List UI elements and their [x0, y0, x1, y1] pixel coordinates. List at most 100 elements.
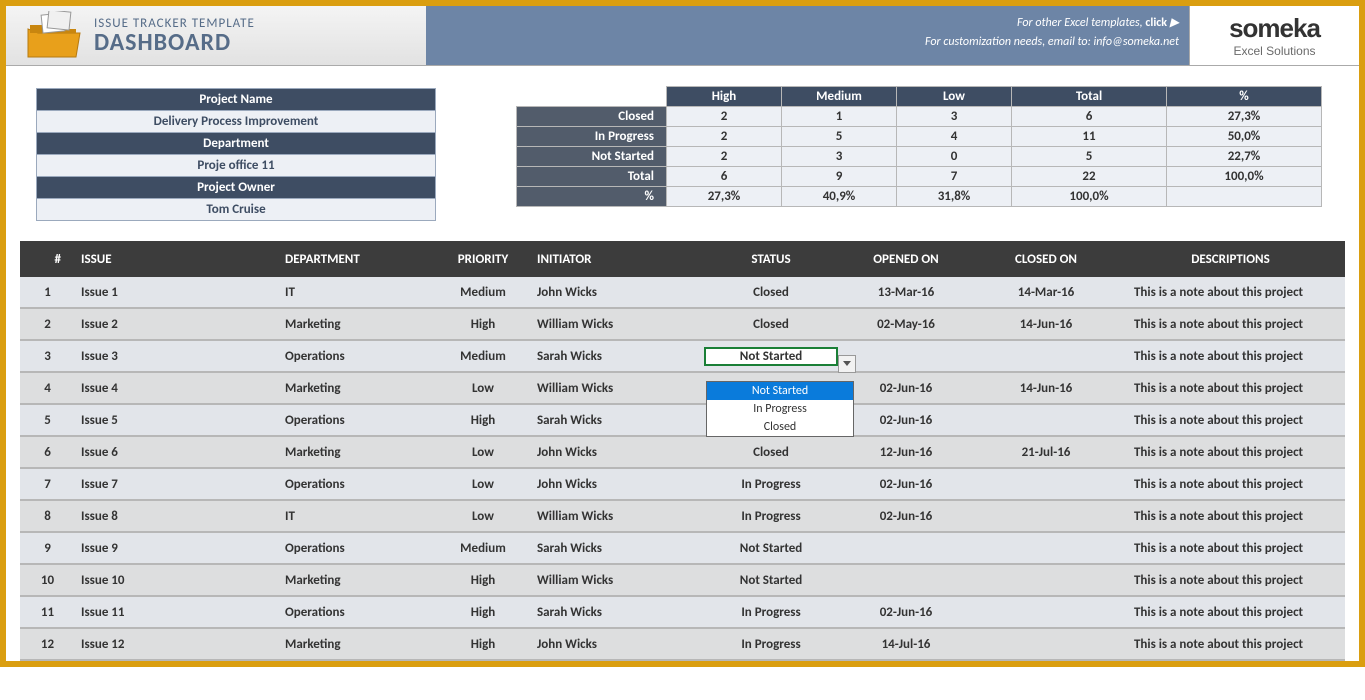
cell-num[interactable]: 6 [20, 445, 75, 460]
cell-initiator[interactable]: Sarah Wicks [531, 349, 706, 364]
cell-opened[interactable]: 02-May-16 [836, 317, 976, 332]
cell-status[interactable]: Not Started [706, 541, 836, 556]
cell-closed[interactable]: 14-Jun-16 [976, 317, 1116, 332]
info-v2[interactable]: Proje office 11 [37, 155, 435, 177]
cell-opened[interactable]: 13-Mar-16 [836, 285, 976, 300]
cell-num[interactable]: 1 [20, 285, 75, 300]
cell-priority[interactable]: High [435, 573, 531, 588]
cell-initiator[interactable]: William Wicks [531, 573, 706, 588]
cell-status[interactable]: In Progress [706, 509, 836, 524]
cell-num[interactable]: 8 [20, 509, 75, 524]
cell-initiator[interactable]: Sarah Wicks [531, 541, 706, 556]
cell-status[interactable]: Not Started [706, 573, 836, 588]
cell-num[interactable]: 9 [20, 541, 75, 556]
cell-initiator[interactable]: John Wicks [531, 285, 706, 300]
cell-num[interactable]: 12 [20, 637, 75, 652]
someka-logo[interactable]: someka Excel Solutions [1189, 6, 1359, 65]
cell-closed[interactable]: 14-Jun-16 [976, 381, 1116, 396]
cell-opened[interactable]: 02-Jun-16 [836, 605, 976, 620]
cell-opened[interactable]: 02-Jun-16 [836, 413, 976, 428]
cell-dept[interactable]: Operations [285, 349, 435, 364]
cell-opened[interactable]: 12-Jun-16 [836, 445, 976, 460]
cell-issue[interactable]: Issue 5 [75, 413, 285, 428]
dropdown-button[interactable] [838, 355, 856, 373]
cell-dept[interactable]: IT [285, 285, 435, 300]
cell-issue[interactable]: Issue 9 [75, 541, 285, 556]
cell-status[interactable]: Closed [706, 317, 836, 332]
cell-dept[interactable]: Operations [285, 413, 435, 428]
cell-priority[interactable]: High [435, 637, 531, 652]
cell-status[interactable]: Closed [706, 445, 836, 460]
table-row[interactable]: 6Issue 6MarketingLowJohn WicksClosed12-J… [20, 437, 1345, 469]
cell-dept[interactable]: Operations [285, 605, 435, 620]
cell-num[interactable]: 5 [20, 413, 75, 428]
cell-initiator[interactable]: John Wicks [531, 445, 706, 460]
cell-description[interactable]: This is a note about this project [1116, 637, 1345, 652]
cell-description[interactable]: This is a note about this project [1116, 605, 1345, 620]
table-row[interactable]: 4Issue 4MarketingLowWilliam Wicks02-Jun-… [20, 373, 1345, 405]
table-row[interactable]: 8Issue 8ITLowWilliam WicksIn Progress02-… [20, 501, 1345, 533]
cell-issue[interactable]: Issue 2 [75, 317, 285, 332]
cell-description[interactable]: This is a note about this project [1116, 317, 1345, 332]
cell-status[interactable]: In Progress [706, 605, 836, 620]
cell-status[interactable]: Not StartedNot StartedIn ProgressClosed [706, 349, 836, 364]
cell-dept[interactable]: Marketing [285, 637, 435, 652]
cell-priority[interactable]: High [435, 413, 531, 428]
dropdown-option[interactable]: In Progress [707, 400, 853, 418]
cell-priority[interactable]: High [435, 317, 531, 332]
cell-status[interactable]: In Progress [706, 477, 836, 492]
cell-dept[interactable]: Marketing [285, 317, 435, 332]
cell-description[interactable]: This is a note about this project [1116, 509, 1345, 524]
table-row[interactable]: 11Issue 11OperationsHighSarah WicksIn Pr… [20, 597, 1345, 629]
cell-num[interactable]: 3 [20, 349, 75, 364]
dropdown-option[interactable]: Closed [707, 418, 853, 436]
cell-dept[interactable]: IT [285, 509, 435, 524]
cell-num[interactable]: 4 [20, 381, 75, 396]
cell-priority[interactable]: Low [435, 381, 531, 396]
cell-issue[interactable]: Issue 6 [75, 445, 285, 460]
cell-opened[interactable]: 02-Jun-16 [836, 477, 976, 492]
cell-num[interactable]: 11 [20, 605, 75, 620]
table-row[interactable]: 7Issue 7OperationsLowJohn WicksIn Progre… [20, 469, 1345, 501]
cell-description[interactable]: This is a note about this project [1116, 349, 1345, 364]
cell-dept[interactable]: Operations [285, 541, 435, 556]
cell-priority[interactable]: Low [435, 445, 531, 460]
cell-status[interactable]: Closed [706, 285, 836, 300]
cell-initiator[interactable]: William Wicks [531, 509, 706, 524]
cell-issue[interactable]: Issue 8 [75, 509, 285, 524]
table-row[interactable]: 12Issue 12MarketingHighJohn WicksIn Prog… [20, 629, 1345, 661]
cell-initiator[interactable]: John Wicks [531, 637, 706, 652]
cell-num[interactable]: 10 [20, 573, 75, 588]
info-v1[interactable]: Delivery Process Improvement [37, 111, 435, 133]
cell-status[interactable]: In Progress [706, 637, 836, 652]
cell-issue[interactable]: Issue 10 [75, 573, 285, 588]
cell-issue[interactable]: Issue 4 [75, 381, 285, 396]
cell-dept[interactable]: Marketing [285, 445, 435, 460]
cell-description[interactable]: This is a note about this project [1116, 413, 1345, 428]
table-row[interactable]: 10Issue 10MarketingHighWilliam WicksNot … [20, 565, 1345, 597]
cell-opened[interactable]: 14-Jul-16 [836, 637, 976, 652]
cell-num[interactable]: 7 [20, 477, 75, 492]
cell-dept[interactable]: Operations [285, 477, 435, 492]
status-dropdown-list[interactable]: Not StartedIn ProgressClosed [706, 381, 854, 437]
cell-description[interactable]: This is a note about this project [1116, 381, 1345, 396]
cell-opened[interactable]: 02-Jun-16 [836, 381, 976, 396]
cell-description[interactable]: This is a note about this project [1116, 541, 1345, 556]
cell-issue[interactable]: Issue 3 [75, 349, 285, 364]
cell-initiator[interactable]: William Wicks [531, 317, 706, 332]
cell-priority[interactable]: Low [435, 477, 531, 492]
cell-issue[interactable]: Issue 1 [75, 285, 285, 300]
header-note-click[interactable]: click [1145, 16, 1167, 30]
cell-closed[interactable]: 21-Jul-16 [976, 445, 1116, 460]
cell-issue[interactable]: Issue 7 [75, 477, 285, 492]
cell-closed[interactable]: 14-Mar-16 [976, 285, 1116, 300]
cell-priority[interactable]: High [435, 605, 531, 620]
cell-description[interactable]: This is a note about this project [1116, 477, 1345, 492]
cell-description[interactable]: This is a note about this project [1116, 285, 1345, 300]
table-row[interactable]: 5Issue 5OperationsHighSarah WicksIn Prog… [20, 405, 1345, 437]
cell-priority[interactable]: Medium [435, 349, 531, 364]
cell-num[interactable]: 2 [20, 317, 75, 332]
cell-description[interactable]: This is a note about this project [1116, 573, 1345, 588]
table-row[interactable]: 9Issue 9OperationsMediumSarah WicksNot S… [20, 533, 1345, 565]
cell-priority[interactable]: Medium [435, 541, 531, 556]
